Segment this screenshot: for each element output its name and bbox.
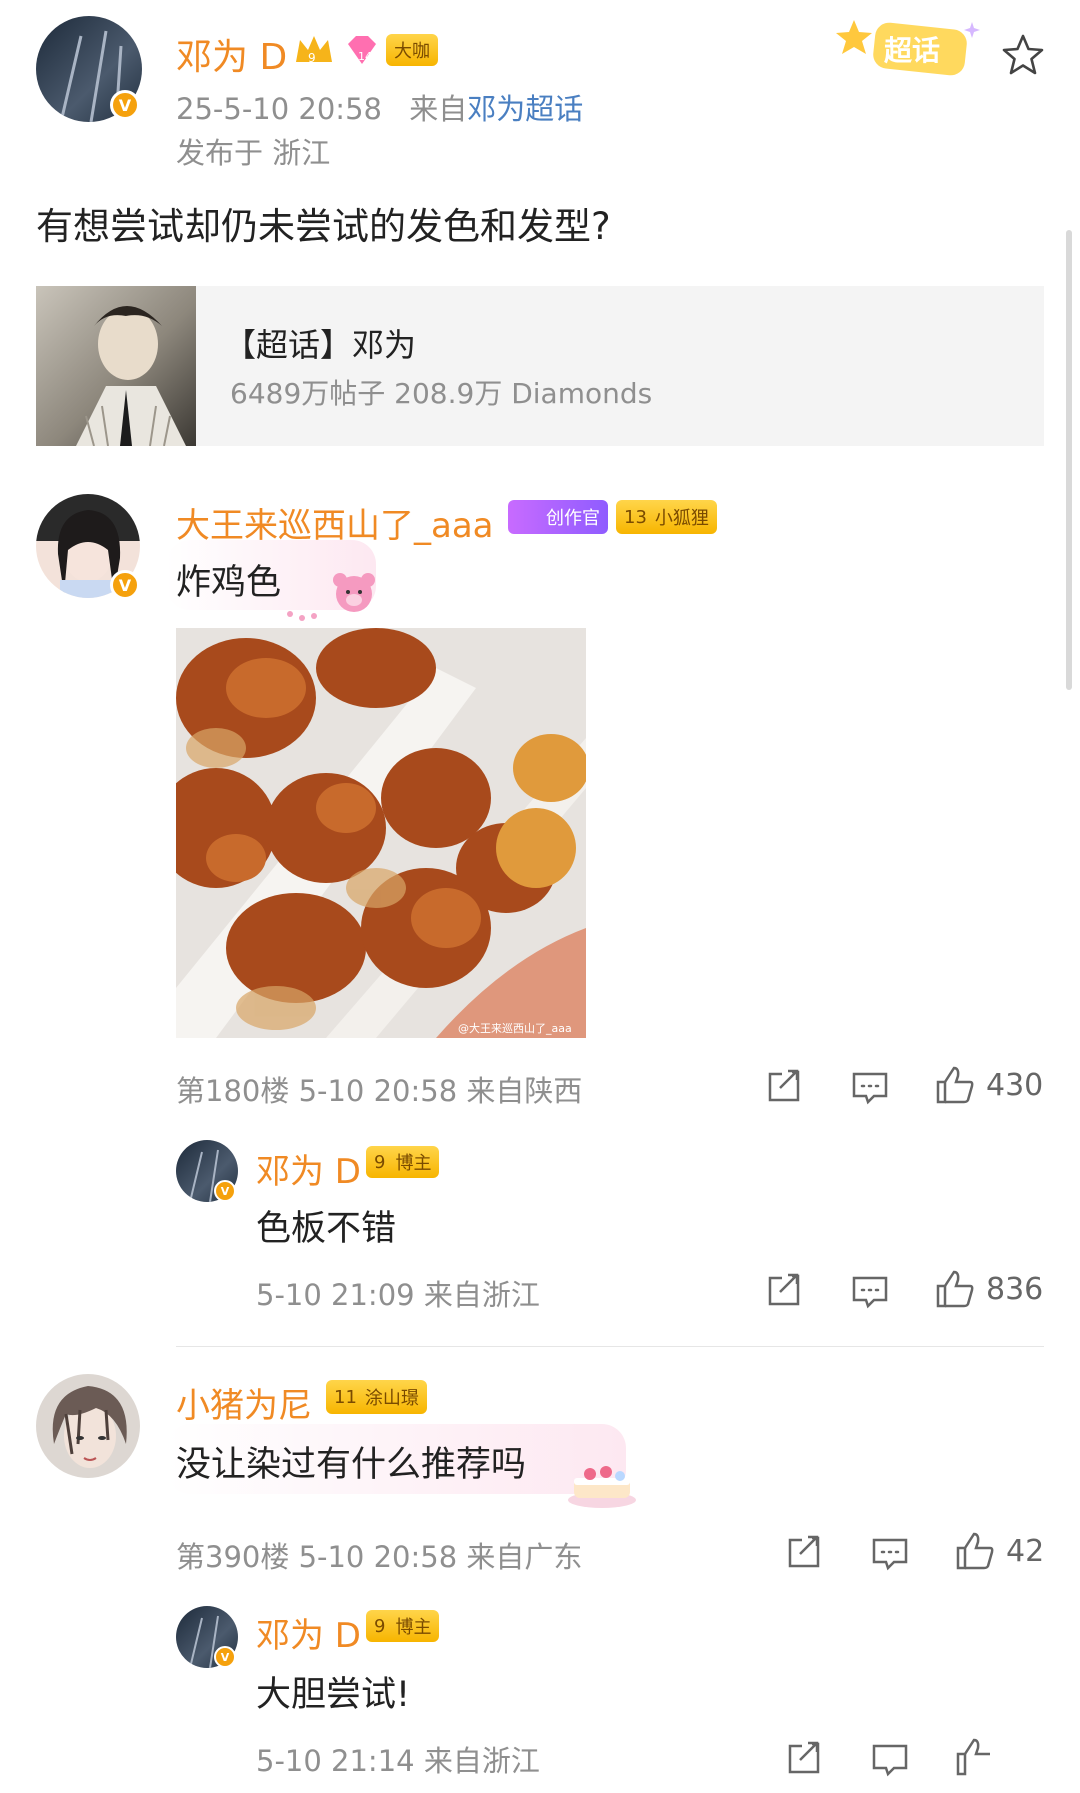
blogger-badge[interactable]: 9 博主 xyxy=(366,1610,440,1642)
fan-level-badge[interactable]: 13 小狐狸 xyxy=(616,500,717,534)
reply-text: 色板不错 xyxy=(256,1209,397,1249)
verified-icon: V xyxy=(214,1646,236,1668)
crown-level-badge[interactable]: 9 xyxy=(292,32,336,68)
creator-badge[interactable]: 创作官 xyxy=(508,500,608,534)
member-gem-badge[interactable]: 14 xyxy=(342,34,382,68)
reply-user-name[interactable]: 邓为 D xyxy=(256,1608,361,1657)
supertopic-card[interactable]: 【超话】邓为 6489万帖子 208.9万 Diamonds xyxy=(36,286,1044,446)
post-author-name[interactable]: 邓为 D xyxy=(176,28,287,80)
image-watermark: @大王来巡西山了_aaa xyxy=(458,1022,572,1035)
creator-badge-label: 创作官 xyxy=(546,508,600,529)
comment-icon[interactable] xyxy=(850,1068,890,1108)
blogger-label: 博主 xyxy=(395,1617,432,1638)
fan-level-number: 13 xyxy=(624,506,647,528)
reply-like-count: 836 xyxy=(986,1272,1044,1307)
blogger-level: 9 xyxy=(374,1151,386,1173)
comment-divider xyxy=(176,1346,1044,1347)
bear-sticker-icon xyxy=(282,566,386,626)
comment-floor-info: 第390楼 5-10 20:58 来自广东 xyxy=(176,1540,583,1574)
blogger-label: 博主 xyxy=(395,1153,432,1174)
svg-text:9: 9 xyxy=(308,51,316,65)
comment-text: 炸鸡色 xyxy=(176,563,282,603)
scrollbar[interactable] xyxy=(1066,230,1072,690)
reply-meta: 5-10 21:14 来自浙江 xyxy=(256,1744,540,1778)
comment-icon[interactable] xyxy=(850,1272,890,1312)
post-text: 有想尝试却仍未尝试的发色和发型? xyxy=(36,205,611,248)
comment-user-name[interactable]: 小猪为尼 xyxy=(176,1378,312,1427)
post-meta: 25-5-10 20:58 来自邓为超话 xyxy=(176,86,583,128)
fan-level-label: 小狐狸 xyxy=(654,508,709,529)
fan-level-label: 涂山璟 xyxy=(364,1388,419,1409)
like-icon[interactable] xyxy=(934,1268,976,1310)
fan-level-number: 11 xyxy=(334,1386,357,1408)
like-count: 42 xyxy=(1006,1534,1045,1569)
vip-tag-badge[interactable]: 大咖 xyxy=(386,34,438,66)
comment-icon[interactable] xyxy=(870,1534,910,1574)
share-icon[interactable] xyxy=(764,1270,804,1310)
reply-meta: 5-10 21:09 来自浙江 xyxy=(256,1278,540,1312)
verified-icon: V xyxy=(110,570,140,600)
share-icon[interactable] xyxy=(784,1532,824,1572)
supertopic-stats: 6489万帖子 208.9万 Diamonds xyxy=(230,377,653,410)
fan-level-badge[interactable]: 11 涂山璟 xyxy=(326,1380,427,1414)
like-icon[interactable] xyxy=(954,1736,996,1778)
supertopic-title: 【超话】邓为 xyxy=(224,326,417,364)
post-source-prefix: 来自 xyxy=(409,92,468,126)
verified-icon: V xyxy=(110,90,140,120)
comment-floor-info: 第180楼 5-10 20:58 来自陕西 xyxy=(176,1074,583,1108)
share-icon[interactable] xyxy=(784,1738,824,1778)
supertopic-cover-image xyxy=(36,286,196,446)
verified-icon: V xyxy=(214,1180,236,1202)
reply-text: 大胆尝试! xyxy=(256,1675,411,1715)
share-icon[interactable] xyxy=(764,1066,804,1106)
reply-user-name[interactable]: 邓为 D xyxy=(256,1144,361,1193)
like-count: 430 xyxy=(986,1068,1044,1103)
post-source-link[interactable]: 邓为超话 xyxy=(467,92,583,126)
like-icon[interactable] xyxy=(934,1064,976,1106)
post-time: 25-5-10 20:58 xyxy=(176,92,382,126)
svg-text:14: 14 xyxy=(358,50,372,63)
supertopic-tag[interactable]: 超话 xyxy=(832,14,982,84)
svg-text:超话: 超话 xyxy=(884,34,940,67)
comment-icon[interactable] xyxy=(870,1740,910,1780)
comment-image[interactable]: @大王来巡西山了_aaa xyxy=(176,628,586,1038)
like-icon[interactable] xyxy=(954,1530,996,1572)
comment-text: 没让染过有什么推荐吗 xyxy=(176,1445,527,1485)
cake-sticker-icon xyxy=(562,1454,642,1510)
comment-avatar[interactable] xyxy=(36,1374,140,1478)
blogger-badge[interactable]: 9 博主 xyxy=(366,1146,440,1178)
post-location: 发布于 浙江 xyxy=(176,136,331,170)
blogger-level: 9 xyxy=(374,1615,386,1637)
star-icon[interactable] xyxy=(1000,32,1046,78)
